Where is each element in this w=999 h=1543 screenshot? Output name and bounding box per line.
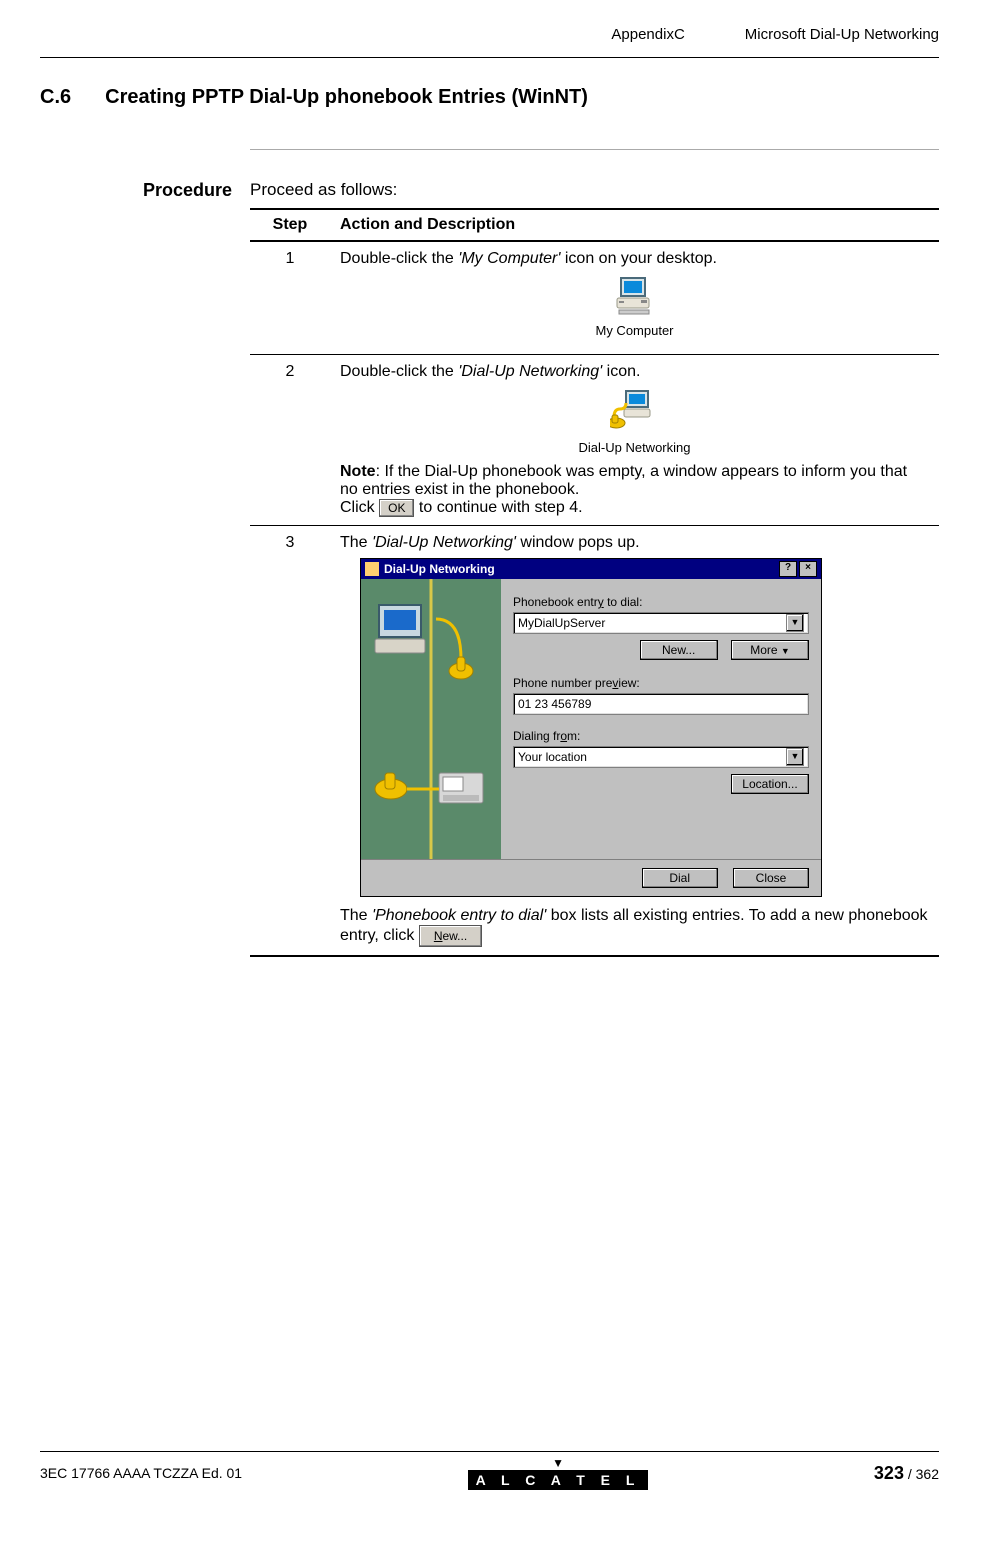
section-title: Creating PPTP Dial-Up phonebook Entries … [105, 86, 588, 109]
dial-up-networking-window: Dial-Up Networking ? × [360, 558, 822, 897]
phonebook-entry-combo[interactable]: MyDialUpServer ▼ [513, 612, 809, 634]
close-dialog-button[interactable]: Close [733, 868, 809, 888]
step-number: 3 [250, 526, 330, 957]
text: window pops up. [516, 534, 640, 551]
text-italic: 'Phonebook entry to dial' [372, 907, 546, 924]
window-sidebar-image [361, 579, 501, 859]
text: icon on your desktop. [560, 250, 717, 267]
window-titlebar: Dial-Up Networking ? × [361, 559, 821, 579]
phonebook-entry-label: Phonebook entry to dial: [513, 595, 809, 609]
page-number: 323 / 362 [874, 1463, 939, 1484]
alcatel-logo: ▼ A L C A T E L [468, 1456, 649, 1490]
ok-button[interactable]: OK [379, 499, 414, 517]
phonebook-entry-value: MyDialUpServer [518, 616, 786, 630]
help-button[interactable]: ? [779, 561, 797, 577]
col-action: Action and Description [330, 209, 939, 241]
note-text: : If the Dial-Up phonebook was empty, a … [340, 463, 907, 498]
text: Double-click the [340, 250, 458, 267]
new-button-inline[interactable]: New... [419, 925, 482, 947]
phone-preview-label: Phone number preview: [513, 676, 809, 690]
text-italic: 'Dial-Up Networking' [372, 534, 516, 551]
footer-doc-id: 3EC 17766 AAAA TCZZA Ed. 01 [40, 1465, 242, 1481]
step-action: The 'Dial-Up Networking' window pops up.… [330, 526, 939, 957]
step-number: 2 [250, 355, 330, 526]
table-row: 3 The 'Dial-Up Networking' window pops u… [250, 526, 939, 957]
table-row: 2 Double-click the 'Dial-Up Networking' … [250, 355, 939, 526]
header-doc-title: Microsoft Dial-Up Networking [745, 26, 939, 43]
step-number: 1 [250, 241, 330, 355]
dialing-from-value: Your location [518, 750, 786, 764]
page-footer: 3EC 17766 AAAA TCZZA Ed. 01 ▼ A L C A T … [40, 1451, 939, 1490]
more-button[interactable]: More ▼ [731, 640, 809, 660]
procedure-table: Step Action and Description 1 Double-cli… [250, 208, 939, 957]
dial-up-networking-icon [610, 420, 660, 437]
dial-button[interactable]: Dial [642, 868, 718, 888]
phone-preview-value: 01 23 456789 [518, 697, 591, 711]
procedure-intro: Proceed as follows: [250, 180, 939, 200]
text: Double-click the [340, 363, 458, 380]
close-button[interactable]: × [799, 561, 817, 577]
window-title: Dial-Up Networking [384, 562, 495, 576]
note-label: Note [340, 463, 376, 480]
text: Click [340, 499, 379, 516]
phone-preview-field[interactable]: 01 23 456789 [513, 693, 809, 715]
window-icon [365, 562, 379, 576]
text: The [340, 907, 372, 924]
chevron-down-icon[interactable]: ▼ [786, 748, 804, 766]
procedure-label: Procedure [40, 180, 250, 957]
icon-caption: Dial-Up Networking [340, 440, 929, 455]
chevron-down-icon[interactable]: ▼ [786, 614, 804, 632]
divider [250, 149, 939, 150]
dialing-from-label: Dialing from: [513, 729, 809, 743]
window-button-bar: Dial Close [361, 859, 821, 896]
text: to continue with step 4. [414, 499, 582, 516]
table-row: 1 Double-click the 'My Computer' icon on… [250, 241, 939, 355]
my-computer-icon [613, 303, 657, 320]
table-header-row: Step Action and Description [250, 209, 939, 241]
step-action: Double-click the 'Dial-Up Networking' ic… [330, 355, 939, 526]
text-italic: 'My Computer' [458, 250, 560, 267]
location-button[interactable]: Location... [731, 774, 809, 794]
new-button[interactable]: New... [640, 640, 718, 660]
step-action: Double-click the 'My Computer' icon on y… [330, 241, 939, 355]
header-appendix: AppendixC [611, 26, 684, 43]
col-step: Step [250, 209, 330, 241]
text: icon. [602, 363, 640, 380]
icon-caption: My Computer [340, 323, 929, 338]
section-number: C.6 [40, 86, 71, 109]
dialing-from-combo[interactable]: Your location ▼ [513, 746, 809, 768]
text: The [340, 534, 372, 551]
text-italic: 'Dial-Up Networking' [458, 363, 602, 380]
